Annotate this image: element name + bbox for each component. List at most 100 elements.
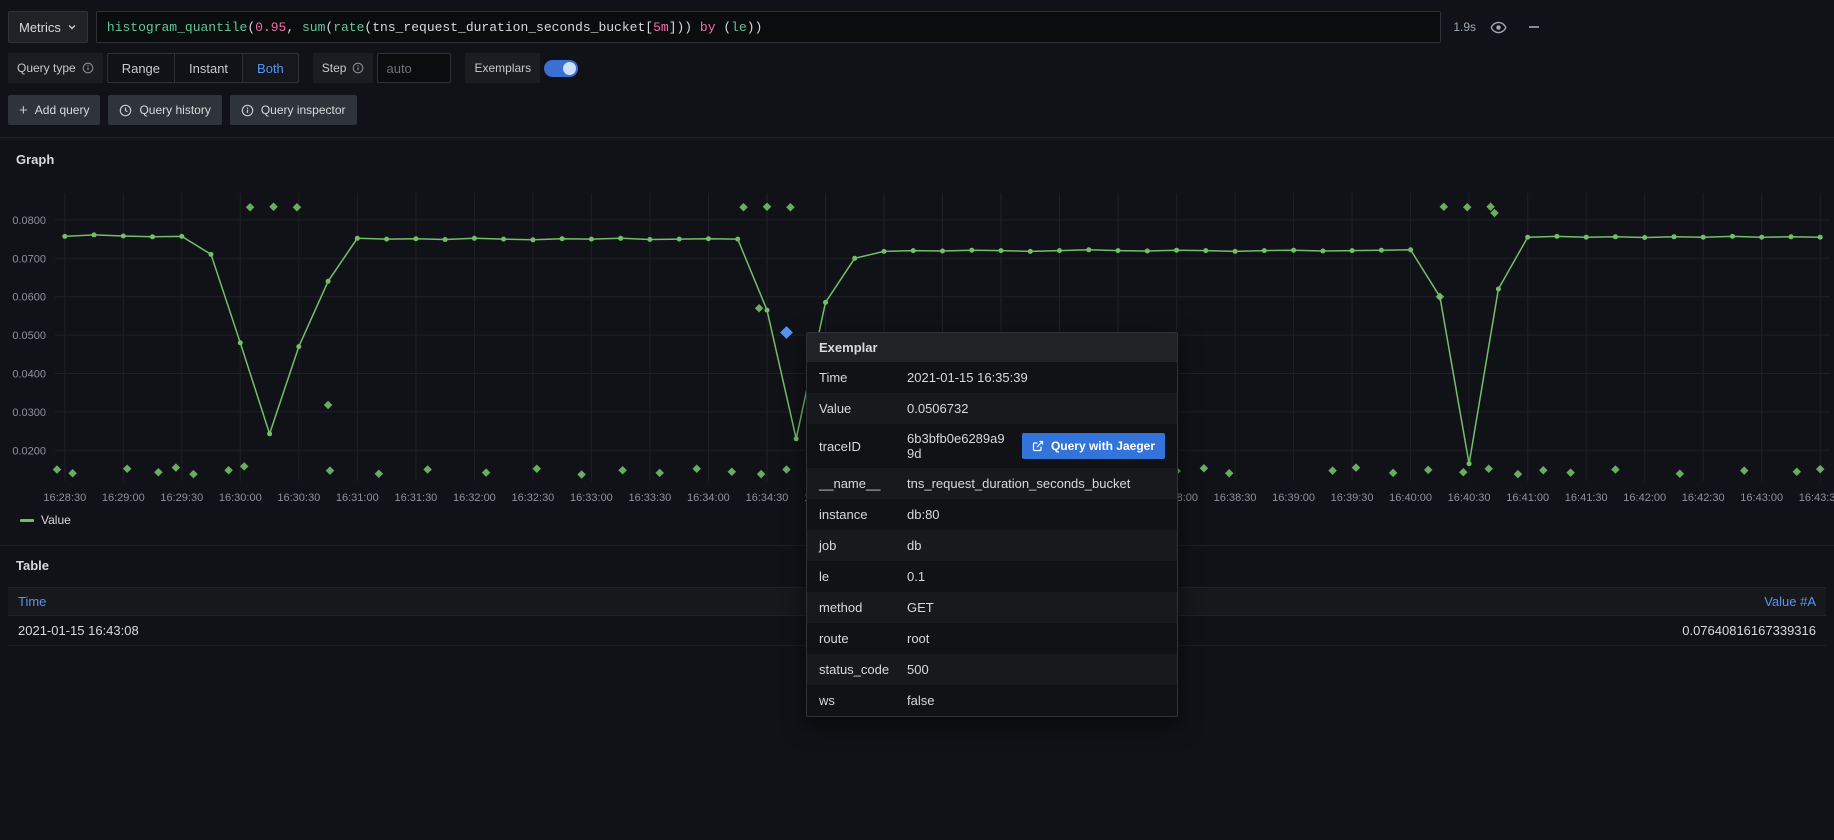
exemplar-marker[interactable] [1328, 466, 1336, 474]
series-point [1350, 248, 1355, 253]
x-axis-tick: 16:43:30 [1799, 492, 1834, 504]
exemplar-marker[interactable] [763, 203, 771, 211]
external-link-icon [1032, 440, 1044, 452]
query-token: 5m [653, 20, 669, 35]
query-history-button[interactable]: Query history [108, 95, 221, 125]
query-token: )) [747, 20, 763, 35]
exemplar-marker[interactable] [1200, 464, 1208, 472]
exemplar-marker[interactable] [123, 464, 131, 472]
exemplar-marker[interactable] [1676, 469, 1684, 477]
graph-panel-title: Graph [16, 152, 1834, 167]
exemplar-marker[interactable] [786, 203, 794, 211]
exemplar-marker[interactable] [1424, 466, 1432, 474]
exemplar-marker[interactable] [53, 465, 61, 473]
exemplar-marker[interactable] [375, 469, 383, 477]
exemplar-marker[interactable] [755, 304, 763, 312]
series-point [1789, 234, 1794, 239]
promql-query-input[interactable]: histogram_quantile(0.95, sum(rate(tns_re… [96, 11, 1441, 43]
exemplar-marker[interactable] [1225, 469, 1233, 477]
exemplar-marker[interactable] [1611, 465, 1619, 473]
exemplar-marker[interactable] [655, 469, 663, 477]
query-type-option-both[interactable]: Both [243, 54, 298, 82]
exemplar-marker[interactable] [1440, 203, 1448, 211]
step-label: Step [313, 53, 374, 83]
exemplar-marker[interactable] [782, 465, 790, 473]
query-token [716, 20, 724, 35]
exemplar-marker[interactable] [1566, 468, 1574, 476]
series-point [1262, 248, 1267, 253]
exemplar-marker[interactable] [1514, 470, 1522, 478]
exemplar-marker[interactable] [1389, 469, 1397, 477]
exemplar-marker[interactable] [739, 203, 747, 211]
exemplar-marker[interactable] [728, 468, 736, 476]
exemplar-marker[interactable] [1459, 468, 1467, 476]
series-point [1233, 249, 1238, 254]
exemplar-marker[interactable] [1436, 292, 1444, 300]
y-axis-tick: 0.0600 [12, 292, 46, 304]
x-axis-tick: 16:39:00 [1272, 492, 1315, 504]
series-point [179, 234, 184, 239]
x-axis-tick: 16:34:00 [687, 492, 730, 504]
x-axis-tick: 16:31:00 [336, 492, 379, 504]
exemplar-marker[interactable] [68, 469, 76, 477]
query-actions-row: + Add query Query history Query inspecto… [0, 91, 1834, 138]
column-header-value-a[interactable]: Value #A [1754, 588, 1826, 615]
series-point [677, 237, 682, 242]
exemplar-marker[interactable] [482, 468, 490, 476]
exemplar-marker[interactable] [326, 466, 334, 474]
query-type-option-instant[interactable]: Instant [175, 54, 243, 82]
y-axis-tick: 0.0300 [12, 407, 46, 419]
query-editor-row: Metrics histogram_quantile(0.95, sum(rat… [0, 0, 1834, 51]
exemplars-toggle[interactable] [544, 60, 578, 77]
metrics-dropdown[interactable]: Metrics [8, 11, 88, 43]
query-preview-button[interactable] [1484, 13, 1512, 41]
legend-series-label[interactable]: Value [41, 513, 71, 527]
query-type-label-text: Query type [17, 61, 76, 75]
exemplar-marker[interactable] [269, 203, 277, 211]
exemplar-marker[interactable] [757, 470, 765, 478]
exemplar-marker[interactable] [324, 401, 332, 409]
step-label-text: Step [322, 61, 347, 75]
exemplar-marker[interactable] [1484, 464, 1492, 472]
exemplar-marker[interactable] [1352, 463, 1360, 471]
x-axis-tick: 16:42:30 [1682, 492, 1725, 504]
exemplar-marker[interactable] [246, 203, 254, 211]
exemplar-marker[interactable] [1793, 468, 1801, 476]
query-token: histogram_quantile [107, 20, 247, 35]
exemplar-marker[interactable] [533, 464, 541, 472]
selected-exemplar-marker[interactable] [780, 326, 793, 339]
exemplar-marker[interactable] [224, 466, 232, 474]
series-point [1642, 235, 1647, 240]
exemplar-marker[interactable] [240, 462, 248, 470]
exemplar-marker[interactable] [189, 470, 197, 478]
exemplar-marker[interactable] [172, 463, 180, 471]
exemplar-field-label: route [819, 631, 907, 646]
query-type-option-range[interactable]: Range [108, 54, 175, 82]
query-token: [ [645, 20, 653, 35]
y-axis-tick: 0.0400 [12, 369, 46, 381]
add-query-button[interactable]: + Add query [8, 95, 100, 125]
query-token: , [286, 20, 302, 35]
exemplar-marker[interactable] [1740, 466, 1748, 474]
collapse-row-button[interactable] [1520, 13, 1548, 41]
query-with-jaeger-button[interactable]: Query with Jaeger [1022, 433, 1165, 459]
series-point [296, 344, 301, 349]
series-point [1554, 234, 1559, 239]
exemplar-marker[interactable] [577, 470, 585, 478]
query-token [692, 20, 700, 35]
exemplar-marker[interactable] [154, 468, 162, 476]
exemplar-marker[interactable] [293, 203, 301, 211]
exemplar-marker[interactable] [423, 465, 431, 473]
exemplar-field-label: traceID [819, 439, 907, 454]
exemplar-marker[interactable] [618, 466, 626, 474]
exemplar-marker[interactable] [692, 464, 700, 472]
query-inspector-button[interactable]: Query inspector [230, 95, 357, 125]
exemplar-marker[interactable] [1539, 466, 1547, 474]
eye-icon [1490, 19, 1507, 36]
query-token: by [700, 20, 716, 35]
series-point [1701, 235, 1706, 240]
exemplar-marker[interactable] [1816, 465, 1824, 473]
series-point [969, 248, 974, 253]
step-input[interactable] [377, 53, 451, 83]
exemplar-marker[interactable] [1463, 203, 1471, 211]
